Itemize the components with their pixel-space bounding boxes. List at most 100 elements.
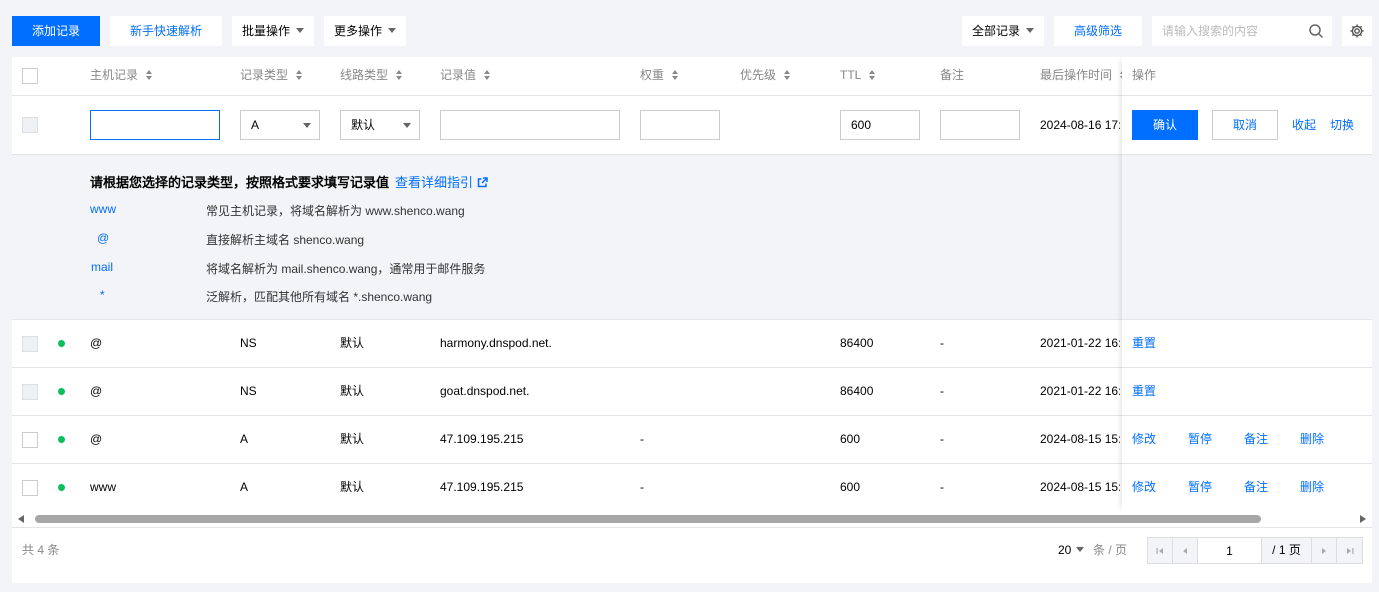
guide-key-wildcard: * [100,288,105,302]
row-checkbox [22,384,38,400]
scrollbar-thumb[interactable] [35,515,1261,523]
col-value-label: 记录值 [440,68,477,82]
confirm-button[interactable]: 确认 [1132,110,1198,140]
cell-weight: - [640,432,644,446]
col-line-header[interactable]: 线路类型 [340,57,403,96]
prev-page-button[interactable] [1173,538,1198,563]
scroll-right-icon[interactable] [1360,515,1366,523]
page-number-input[interactable] [1198,538,1262,563]
more-ops-dropdown[interactable]: 更多操作 [324,16,406,46]
ops-cell: 修改 暂停 备注 删除 [1122,464,1372,511]
pager: / 1 页 [1147,537,1363,564]
edit-link[interactable]: 修改 [1132,464,1156,511]
cancel-button[interactable]: 取消 [1212,110,1278,140]
cell-remark: - [940,384,944,398]
pause-link[interactable]: 暂停 [1188,464,1212,511]
col-ttl-header[interactable]: TTL [840,57,876,96]
status-enabled-icon [58,436,65,443]
cell-time: 2021-01-22 16: [1040,384,1120,398]
batch-ops-label: 批量操作 [241,24,290,38]
status-enabled-icon [58,484,65,491]
first-page-icon [1156,547,1163,554]
ttl-input[interactable] [840,110,920,140]
page-size-select[interactable]: 20 [1058,528,1085,573]
cell-ttl: 600 [840,432,861,446]
horizontal-scrollbar[interactable] [12,511,1372,527]
last-page-button[interactable] [1337,538,1362,563]
host-input[interactable] [90,110,220,140]
col-priority-header[interactable]: 优先级 [740,57,791,96]
collapse-link[interactable]: 收起 [1292,96,1316,154]
col-priority-label: 优先级 [740,68,777,82]
remark-link[interactable]: 备注 [1244,464,1268,511]
gear-icon [1350,24,1364,38]
total-pages: / 1 页 [1262,538,1312,563]
next-page-button[interactable] [1312,538,1337,563]
guide-link-text: 查看详细指引 [395,175,474,190]
cell-ttl: 600 [840,480,861,494]
guide-desc-wildcard: 泛解析，匹配其他所有域名 *.shenco.wang [206,290,433,304]
col-host-header[interactable]: 主机记录 [90,57,153,96]
cell-value: 47.109.195.215 [440,432,524,446]
row-checkbox[interactable] [22,480,38,496]
guide-desc-mail: 将域名解析为 mail.shenco.wang，通常用于邮件服务 [206,262,486,276]
cell-type: NS [240,336,257,350]
cell-ttl: 86400 [840,336,874,350]
col-weight-header[interactable]: 权重 [640,57,679,96]
scroll-left-icon[interactable] [18,515,24,523]
col-type-header[interactable]: 记录类型 [240,57,303,96]
cell-time: 2024-08-15 15: [1040,432,1120,446]
edit-row-time: 2024-08-16 17: [1040,118,1120,132]
sort-icon [396,69,403,80]
edit-link[interactable]: 修改 [1132,416,1156,463]
record-value-input[interactable] [440,110,620,140]
sort-icon [484,69,491,80]
row-checkbox[interactable] [22,432,38,448]
external-link-icon [477,177,488,188]
delete-link[interactable]: 删除 [1300,416,1324,463]
record-type-value: A [251,118,260,132]
caret-down-icon [296,28,304,34]
settings-button[interactable] [1342,16,1372,46]
delete-link[interactable]: 删除 [1300,464,1324,511]
per-page-label: 条 / 页 [1093,543,1128,557]
switch-link[interactable]: 切换 [1330,96,1354,154]
toolbar: 添加记录 新手快速解析 批量操作 更多操作 全部记录 高级筛选 [0,0,1379,57]
record-filter-dropdown[interactable]: 全部记录 [962,16,1044,46]
cell-value: goat.dnspod.net. [440,384,530,398]
sort-icon [869,69,876,80]
remark-link[interactable]: 备注 [1244,416,1268,463]
remark-input[interactable] [940,110,1020,140]
search-input[interactable] [1152,16,1302,46]
col-last-op-header[interactable]: 最后操作时间 [1040,57,1127,96]
cell-time: 2021-01-22 16: [1040,336,1120,350]
status-enabled-icon [58,388,65,395]
weight-input[interactable] [640,110,720,140]
first-page-button[interactable] [1148,538,1173,563]
cell-value: harmony.dnspod.net. [440,336,552,350]
pause-link[interactable]: 暂停 [1188,416,1212,463]
quick-setup-button[interactable]: 新手快速解析 [110,16,222,46]
col-value-header[interactable]: 记录值 [440,57,491,96]
search-icon[interactable] [1308,23,1324,39]
reset-link[interactable]: 重置 [1132,320,1156,367]
page-size-value: 20 [1058,543,1072,557]
select-all-checkbox[interactable] [22,68,38,84]
ops-header: 操作 [1122,57,1372,96]
line-type-select[interactable]: 默认 [340,110,420,140]
advanced-filter-button[interactable]: 高级筛选 [1054,16,1142,46]
line-type-value: 默认 [351,118,376,132]
add-record-button[interactable]: 添加记录 [12,16,100,46]
cell-line: 默认 [340,336,365,350]
record-filter-label: 全部记录 [971,24,1020,38]
reset-link[interactable]: 重置 [1132,368,1156,415]
cell-line: 默认 [340,432,365,446]
ops-cell: 修改 暂停 备注 删除 [1122,416,1372,464]
cell-ttl: 86400 [840,384,874,398]
col-remark-header: 备注 [940,68,965,82]
guide-detail-link[interactable]: 查看详细指引 [395,175,488,190]
batch-ops-dropdown[interactable]: 批量操作 [232,16,314,46]
row-checkbox [22,117,38,133]
record-type-select[interactable]: A [240,110,320,140]
guide-title: 请根据您选择的记录类型，按照格式要求填写记录值 查看详细指引 [90,172,488,191]
